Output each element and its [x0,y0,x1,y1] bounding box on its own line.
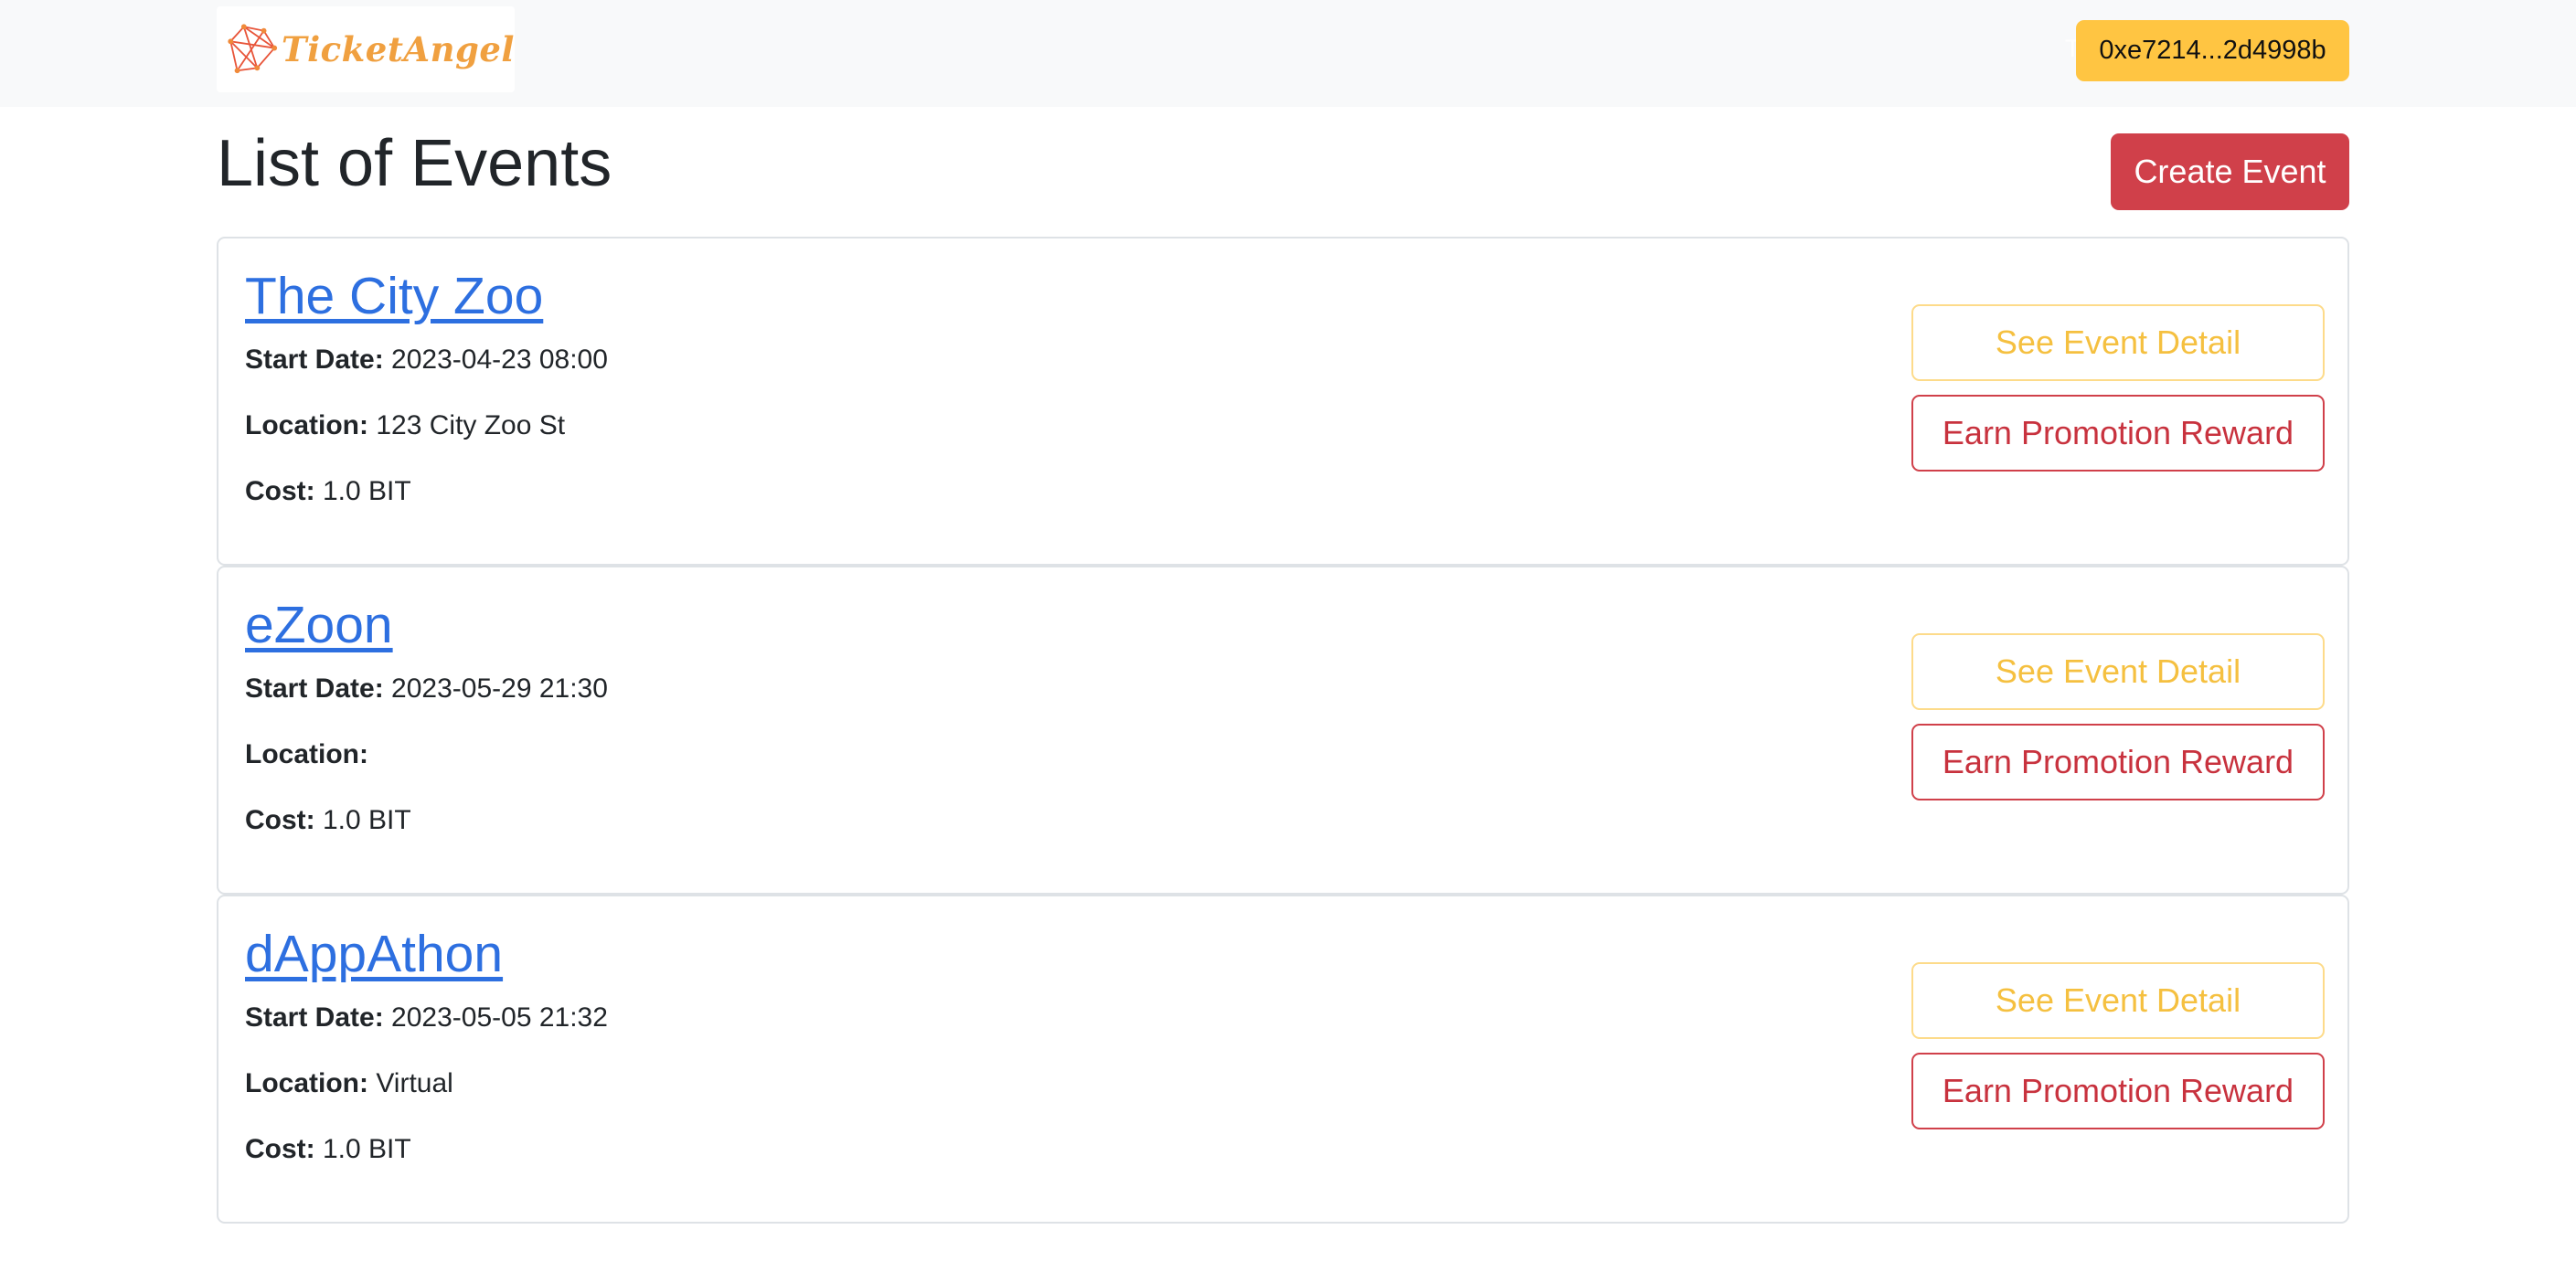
earn-promotion-reward-button[interactable]: Earn Promotion Reward [1911,395,2325,472]
location-label: Location: [245,739,368,769]
event-location: Location: Virtual [245,1068,453,1099]
top-navbar: TicketAngel TST 0xe7214...2d4998b [0,0,2576,107]
brand-text: TicketAngel [282,29,515,69]
location-value: Virtual [376,1068,453,1098]
earn-promotion-reward-button[interactable]: Earn Promotion Reward [1911,1053,2325,1129]
start-date-label: Start Date: [245,1002,384,1033]
cost-value: 1.0 BIT [323,1134,411,1164]
event-title-link[interactable]: The City Zoo [245,266,543,326]
cost-value: 1.0 BIT [323,476,411,506]
event-title-link[interactable]: eZoon [245,595,393,655]
event-start-date: Start Date: 2023-05-29 21:30 [245,673,608,705]
cost-label: Cost: [245,476,315,506]
brand-logo[interactable]: TicketAngel [217,6,515,92]
event-start-date: Start Date: 2023-04-23 08:00 [245,344,608,376]
start-date-label: Start Date: [245,344,384,375]
cost-label: Cost: [245,1134,315,1164]
cost-label: Cost: [245,805,315,835]
location-value: 123 City Zoo St [376,410,566,440]
event-cost: Cost: 1.0 BIT [245,476,411,507]
event-card: dAppAthon Start Date: 2023-05-05 21:32 L… [217,895,2349,1224]
wallet-address-button[interactable]: 0xe7214...2d4998b [2076,20,2349,81]
start-date-value: 2023-05-05 21:32 [391,1002,608,1033]
see-event-detail-button[interactable]: See Event Detail [1911,633,2325,710]
location-label: Location: [245,410,368,440]
location-label: Location: [245,1068,368,1098]
event-card: The City Zoo Start Date: 2023-04-23 08:0… [217,237,2349,566]
see-event-detail-button[interactable]: See Event Detail [1911,962,2325,1039]
start-date-label: Start Date: [245,673,384,704]
event-title-link[interactable]: dAppAthon [245,924,503,984]
event-list: The City Zoo Start Date: 2023-04-23 08:0… [217,237,2349,1224]
event-cost: Cost: 1.0 BIT [245,805,411,836]
start-date-value: 2023-05-29 21:30 [391,673,608,704]
event-start-date: Start Date: 2023-05-05 21:32 [245,1002,608,1034]
event-cost: Cost: 1.0 BIT [245,1134,411,1165]
create-event-button[interactable]: Create Event [2111,133,2349,210]
cost-value: 1.0 BIT [323,805,411,835]
event-card: eZoon Start Date: 2023-05-29 21:30 Locat… [217,566,2349,895]
see-event-detail-button[interactable]: See Event Detail [1911,304,2325,381]
event-location: Location: [245,739,368,770]
earn-promotion-reward-button[interactable]: Earn Promotion Reward [1911,724,2325,800]
event-location: Location: 123 City Zoo St [245,410,565,441]
page-title: List of Events [217,127,612,200]
network-logo-icon [228,24,278,74]
start-date-value: 2023-04-23 08:00 [391,344,608,375]
